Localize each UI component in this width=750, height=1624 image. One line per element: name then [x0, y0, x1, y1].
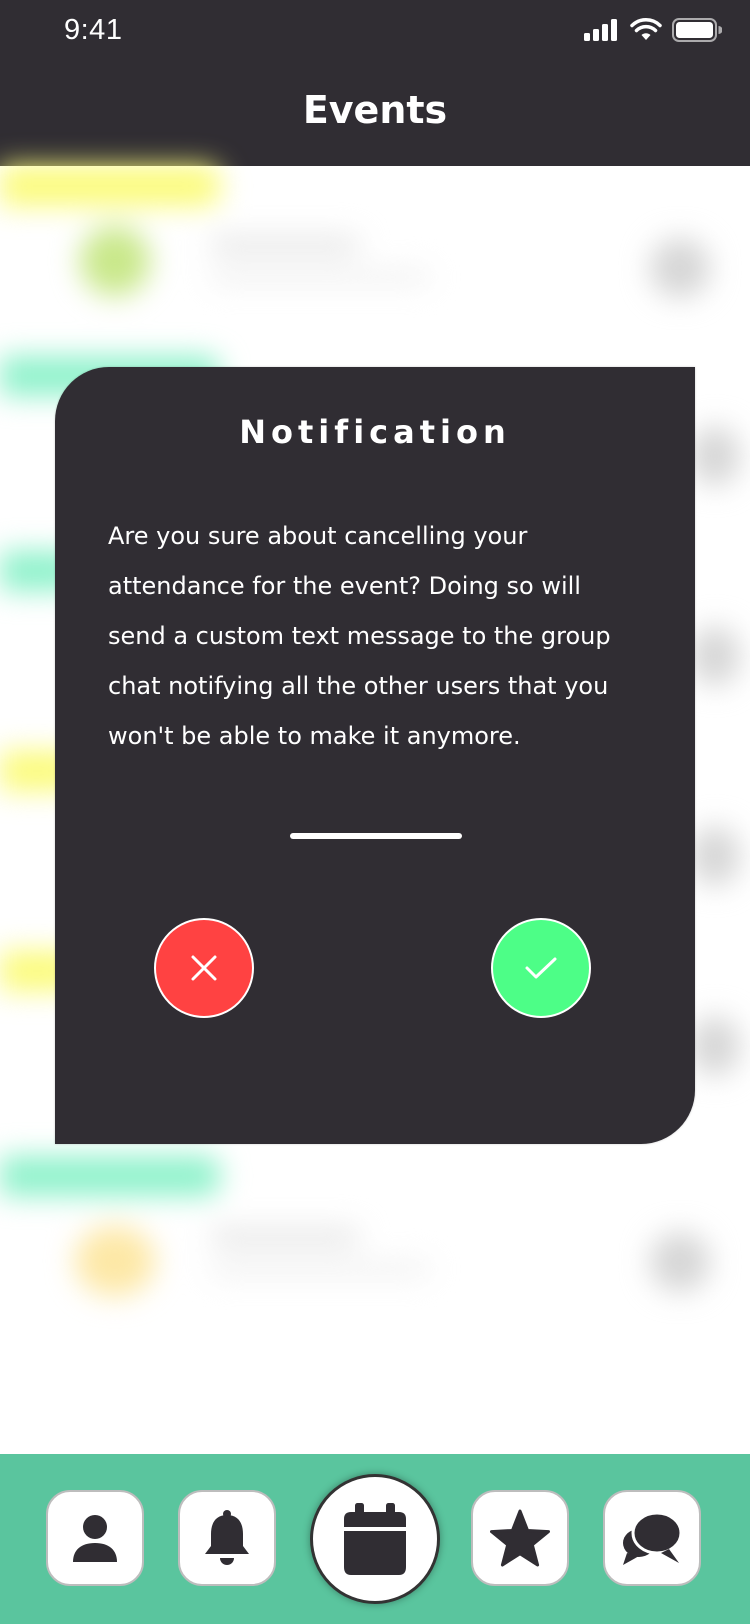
- tab-chat[interactable]: [603, 1490, 701, 1586]
- signal-icon: [584, 19, 617, 41]
- wifi-icon: [630, 18, 662, 40]
- event-action: [690, 1016, 740, 1076]
- event-text: [210, 1262, 430, 1276]
- close-icon: [191, 955, 217, 981]
- tab-favorites[interactable]: [471, 1490, 569, 1586]
- calendar-icon: [344, 1503, 406, 1575]
- chat-icon: [623, 1511, 683, 1565]
- modal-message: Are you sure about cancelling your atten…: [108, 522, 611, 750]
- confirm-button[interactable]: [491, 918, 591, 1018]
- event-action: [690, 626, 740, 686]
- modal-divider: [290, 833, 462, 839]
- event-action: [650, 238, 710, 298]
- event-thumbnail: [75, 1226, 155, 1296]
- app-header: 9:41 Events: [0, 0, 750, 166]
- cancel-button[interactable]: [154, 918, 254, 1018]
- page-title: Events: [302, 88, 448, 132]
- event-thumbnail: [80, 226, 150, 296]
- section-highlight: [0, 1156, 220, 1196]
- tab-profile[interactable]: [46, 1490, 144, 1586]
- bottom-tab-bar: [0, 1454, 750, 1624]
- battery-icon: [672, 18, 722, 42]
- tab-events[interactable]: [310, 1474, 440, 1604]
- event-text: [210, 270, 430, 284]
- event-action: [690, 826, 740, 886]
- section-highlight: [0, 166, 220, 206]
- star-icon: [490, 1509, 550, 1567]
- modal-title: Notification: [239, 413, 511, 451]
- event-text: [210, 236, 360, 254]
- profile-icon: [73, 1515, 117, 1562]
- check-icon: [525, 957, 557, 979]
- status-icons: [584, 18, 722, 42]
- event-action: [690, 426, 740, 486]
- status-time: 9:41: [64, 14, 123, 46]
- notification-modal: Notification Are you sure about cancelli…: [55, 367, 695, 1144]
- event-action: [650, 1232, 710, 1292]
- event-text: [210, 1228, 360, 1246]
- tab-notifications[interactable]: [178, 1490, 276, 1586]
- bell-icon: [205, 1510, 249, 1565]
